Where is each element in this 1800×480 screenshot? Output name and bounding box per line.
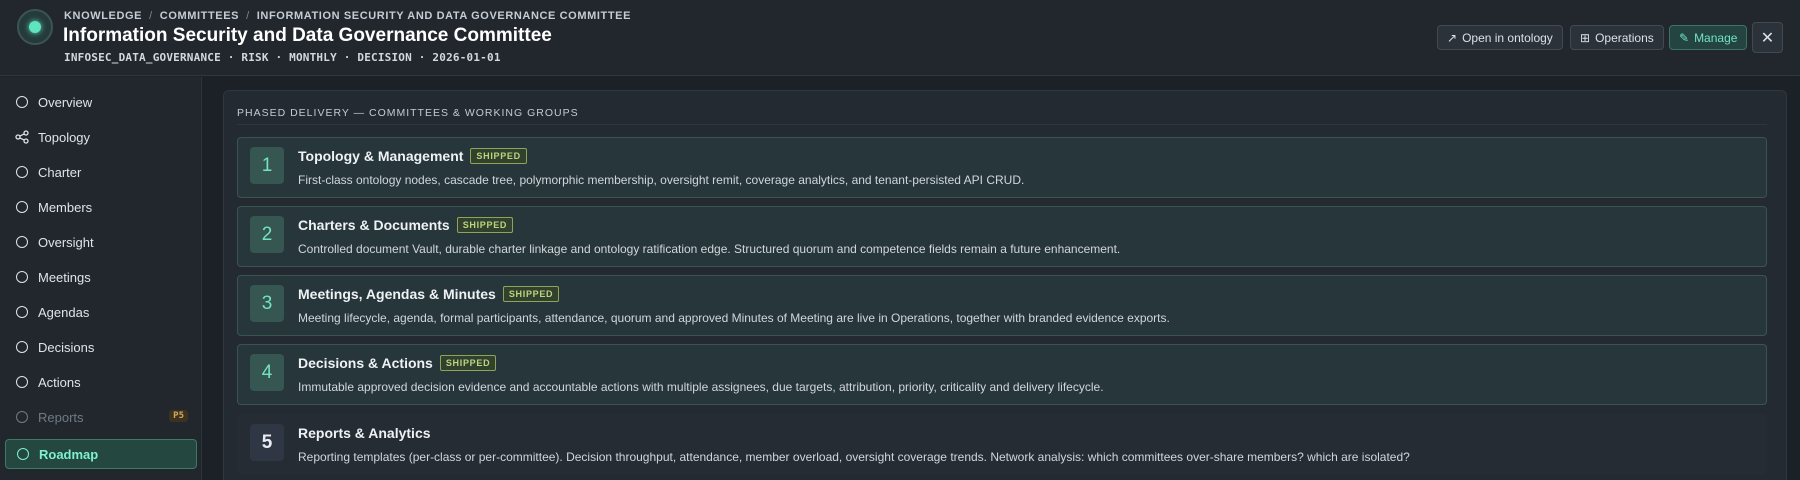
phase-card-4: 4 Decisions & Actions SHIPPED Immutable … — [237, 344, 1767, 405]
sidebar-item-label: Actions — [38, 374, 81, 390]
breadcrumb-separator: / — [246, 10, 250, 22]
open-in-ontology-label: Open in ontology — [1462, 30, 1553, 45]
sidebar-item-label: Members — [38, 199, 93, 215]
sidebar-item-label: Charter — [38, 164, 82, 180]
sidebar-item-label: Overview — [38, 94, 93, 110]
grid-icon: ⊞ — [1580, 30, 1591, 45]
sidebar-item-label: Agendas — [38, 304, 90, 320]
circle-icon — [15, 200, 29, 214]
sidebar-item-decisions[interactable]: Decisions — [5, 332, 197, 362]
sidebar-item-reports: Reports P5 — [5, 402, 197, 432]
phase-title: Reports & Analytics — [298, 425, 431, 441]
phase-description: Controlled document Vault, durable chart… — [298, 242, 1121, 256]
phase-description: First-class ontology nodes, cascade tree… — [298, 173, 1025, 187]
section-label: PHASED DELIVERY — COMMITTEES & WORKING G… — [237, 107, 579, 119]
sidebar-item-overview[interactable]: Overview — [5, 87, 197, 117]
phase-number: 2 — [250, 216, 284, 253]
sidebar-item-label: Reports — [38, 409, 84, 425]
phase-description: Immutable approved decision evidence and… — [298, 380, 1104, 394]
operations-label: Operations — [1595, 30, 1654, 45]
circle-icon — [15, 270, 29, 284]
status-badge: SHIPPED — [439, 355, 497, 371]
committee-meta: INFOSEC_DATA_GOVERNANCE · RISK · MONTHLY… — [64, 51, 501, 64]
sidebar-item-members[interactable]: Members — [5, 192, 197, 222]
status-badge: SHIPPED — [456, 217, 514, 233]
manage-label: Manage — [1694, 30, 1738, 45]
phase-title-row: Decisions & Actions SHIPPED — [298, 355, 497, 371]
sidebar-item-agendas[interactable]: Agendas — [5, 297, 197, 327]
circle-icon — [15, 95, 29, 109]
phase-card-3: 3 Meetings, Agendas & Minutes SHIPPED Me… — [237, 275, 1767, 336]
phase-title: Decisions & Actions — [298, 355, 433, 371]
phase-number: 5 — [250, 424, 284, 461]
pencil-icon: ✎ — [1679, 30, 1690, 45]
breadcrumb-knowledge[interactable]: KNOWLEDGE — [64, 10, 142, 24]
phase-title: Topology & Management — [298, 148, 464, 164]
open-in-ontology-button[interactable]: ↗ Open in ontology — [1437, 25, 1563, 50]
sidebar: Overview Topology Charter Members Oversi… — [0, 77, 202, 480]
circle-icon — [15, 305, 29, 319]
phase-title: Charters & Documents — [298, 217, 450, 233]
sidebar-item-meetings[interactable]: Meetings — [5, 262, 197, 292]
circle-icon — [15, 375, 29, 389]
close-icon: ✕ — [1760, 29, 1775, 47]
external-link-icon: ↗ — [1447, 30, 1458, 45]
breadcrumb-committees[interactable]: COMMITTEES — [160, 10, 239, 24]
status-badge: SHIPPED — [470, 148, 527, 164]
sidebar-item-label: Meetings — [38, 269, 91, 285]
sidebar-item-oversight[interactable]: Oversight — [5, 227, 197, 257]
sidebar-item-charter[interactable]: Charter — [5, 157, 197, 187]
breadcrumb: KNOWLEDGE / COMMITTEES / INFORMATION SEC… — [64, 10, 631, 24]
phase-card-5: 5 Reports & Analytics Reporting template… — [237, 414, 1767, 475]
sidebar-item-topology[interactable]: Topology — [5, 122, 197, 152]
phase-card-2: 2 Charters & Documents SHIPPED Controlle… — [237, 206, 1767, 267]
circle-icon — [15, 340, 29, 354]
sidebar-item-label: Decisions — [38, 339, 95, 355]
circle-icon — [15, 165, 29, 179]
circle-icon — [15, 410, 29, 424]
sidebar-item-actions[interactable]: Actions — [5, 367, 197, 397]
circle-icon — [16, 447, 30, 461]
phase-description: Meeting lifecycle, agenda, formal partic… — [298, 311, 1170, 325]
page-header: KNOWLEDGE / COMMITTEES / INFORMATION SEC… — [0, 0, 1800, 76]
section-divider — [237, 124, 1767, 125]
status-dot-icon — [29, 21, 41, 33]
status-badge: SHIPPED — [502, 286, 560, 302]
app-logo[interactable] — [17, 9, 53, 45]
phase-badge: P5 — [169, 410, 188, 422]
close-button[interactable]: ✕ — [1752, 22, 1783, 53]
phase-title: Meetings, Agendas & Minutes — [298, 286, 496, 302]
phase-number: 3 — [250, 285, 284, 322]
sidebar-item-label: Roadmap — [39, 446, 99, 462]
manage-button[interactable]: ✎ Manage — [1669, 25, 1748, 50]
breadcrumb-current: INFORMATION SECURITY AND DATA GOVERNANCE… — [256, 10, 632, 22]
phase-description: Reporting templates (per-class or per-co… — [298, 450, 1410, 464]
sidebar-item-roadmap[interactable]: Roadmap — [5, 439, 197, 469]
phase-title-row: Reports & Analytics — [298, 425, 431, 441]
circle-icon — [15, 235, 29, 249]
page-title: Information Security and Data Governance… — [63, 25, 552, 46]
sidebar-item-label: Oversight — [38, 234, 94, 250]
sidebar-item-label: Topology — [38, 129, 91, 145]
phase-title-row: Charters & Documents SHIPPED — [298, 217, 514, 233]
phase-title-row: Topology & Management SHIPPED — [298, 148, 527, 164]
phase-number: 1 — [250, 147, 284, 184]
phase-card-1: 1 Topology & Management SHIPPED First-cl… — [237, 137, 1767, 198]
phase-title-row: Meetings, Agendas & Minutes SHIPPED — [298, 286, 560, 302]
phase-number: 4 — [250, 354, 284, 391]
share-nodes-icon — [15, 130, 29, 144]
breadcrumb-separator: / — [149, 10, 153, 22]
operations-button[interactable]: ⊞ Operations — [1570, 25, 1664, 50]
